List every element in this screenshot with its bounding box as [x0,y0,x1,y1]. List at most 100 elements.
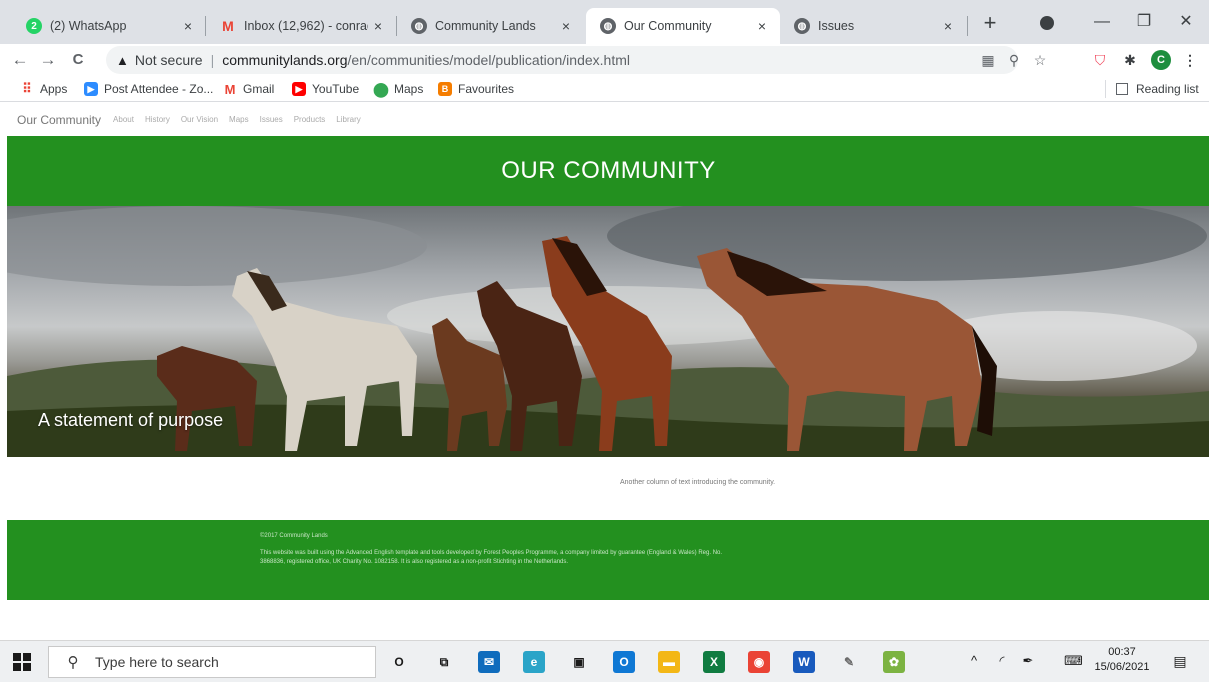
blogger-icon: B [438,82,452,96]
gmail-icon: M [224,81,236,97]
bookmark-youtube[interactable]: ▶ YouTube [292,80,359,98]
tab-title: Community Lands [435,19,536,33]
youtube-icon: ▶ [292,82,306,96]
minimize-button[interactable]: — [1082,8,1122,36]
whatsapp-icon: 2 [26,18,42,34]
tab-search-icon[interactable] [1040,16,1054,30]
menu-icon[interactable]: ⋮ [1180,50,1200,70]
bookmark-favourites[interactable]: B Favourites [438,80,514,98]
bookmarks-bar: ⠿ Apps ▶ Post Attendee - Zo... M Gmail ▶… [0,76,1209,102]
close-icon[interactable]: × [368,18,388,34]
bookmark-label: YouTube [312,82,360,96]
new-tab-button[interactable]: + [976,10,1004,38]
reading-list-button[interactable]: Reading list [1105,80,1199,98]
security-label[interactable]: Not secure [135,52,203,68]
hero-image: A statement of purpose [7,206,1209,457]
warning-icon[interactable]: ▲ [116,53,129,68]
qr-code-icon[interactable]: ▦ [978,50,998,70]
close-icon[interactable]: × [752,18,772,34]
reload-button[interactable]: C [66,48,90,72]
cortana-icon[interactable]: O [388,651,410,673]
forward-button[interactable]: → [36,48,60,72]
task-view-icon[interactable]: ⧉ [433,651,455,673]
excel-icon[interactable]: X [703,651,725,673]
notifications-icon[interactable]: ▤ [1172,653,1188,669]
extensions-icon[interactable]: ✱ [1120,50,1140,70]
taskbar-search-box[interactable]: ⚲ Type here to search [48,646,376,678]
bookmark-label: Apps [40,82,68,96]
zoom-icon[interactable]: ⚲ [1004,50,1024,70]
nav-link-issues[interactable]: Issues [260,115,283,124]
windows-taskbar: ⚲ Type here to search O ⧉ ✉ e ▣ O ▬ X ◉ W ✎ ✿ ^ ◜ ✒… [0,640,1209,682]
word-icon[interactable]: W [793,651,815,673]
mail-icon[interactable]: ✉ [478,651,500,673]
maps-icon: ⬤ [373,80,389,97]
search-placeholder: Type here to search [95,654,219,670]
close-icon[interactable]: × [938,18,958,34]
bookmark-label: Favourites [458,82,515,96]
tab-divider [967,16,968,36]
omnibox-separator: | [210,52,215,68]
site-footer: ©2017 Community Lands This website was b… [7,520,1209,600]
tab-title: Inbox (12,962) - conrad@ [244,19,368,33]
pocket-icon[interactable]: ⛉ [1090,50,1110,70]
close-icon[interactable]: × [178,18,198,34]
nav-link-products[interactable]: Products [294,115,326,124]
tree-app-icon[interactable]: ✿ [883,651,905,673]
browser-toolbar: ← → C ▲ Not secure | communitylands.org /… [0,44,1209,76]
keyboard-icon[interactable]: ⌨ [1064,653,1083,669]
pen-icon[interactable]: ✎ [838,651,860,673]
clock-date: 15/06/2021 [1094,661,1150,673]
apps-grid-icon: ⠿ [22,81,32,96]
url-host[interactable]: communitylands.org [222,52,347,68]
page-title: OUR COMMUNITY [501,157,716,184]
maximize-button[interactable]: ❐ [1124,8,1164,36]
tab-gmail[interactable]: M Inbox (12,962) - conrad@ × [206,8,396,44]
pen-icon[interactable]: ✒ [1020,653,1036,669]
reading-list-icon [1116,83,1128,95]
store-icon[interactable]: ▣ [568,651,590,673]
nav-link-about[interactable]: About [113,115,134,124]
tray-chevron-icon[interactable]: ^ [966,653,982,669]
nav-link-maps[interactable]: Maps [229,115,249,124]
globe-icon: ◍ [411,18,427,34]
tab-our-community[interactable]: ◍ Our Community × [586,8,780,44]
reading-list-label: Reading list [1136,82,1199,96]
zoom-icon: ▶ [84,82,98,96]
chrome-icon[interactable]: ◉ [748,651,770,673]
file-explorer-icon[interactable]: ▬ [658,651,680,673]
bookmark-zoom[interactable]: ▶ Post Attendee - Zo... [84,80,213,98]
nav-link-library[interactable]: Library [336,115,360,124]
system-clock[interactable]: 00:37 15/06/2021 [1094,645,1150,675]
tab-title: Issues [818,19,855,33]
bookmark-gmail[interactable]: M Gmail [223,80,275,98]
edge-icon[interactable]: e [523,651,545,673]
bookmark-label: Maps [394,82,424,96]
window-close-button[interactable]: ✕ [1166,8,1206,36]
bookmark-star-icon[interactable]: ☆ [1030,50,1050,70]
close-icon[interactable]: × [556,18,576,34]
nav-link-our-vision[interactable]: Our Vision [181,115,218,124]
site-brand-link[interactable]: Our Community [17,113,101,127]
globe-icon: ◍ [600,18,616,34]
url-path[interactable]: /en/communities/model/publication/index.… [348,52,630,68]
bookmark-apps[interactable]: ⠿ Apps [20,80,67,98]
outlook-icon[interactable]: O [613,651,635,673]
bookmark-label: Gmail [243,82,275,96]
wifi-icon[interactable]: ◜ [994,653,1010,669]
tab-strip: 2 (2) WhatsApp × M Inbox (12,962) - conr… [0,0,1209,44]
tab-issues[interactable]: ◍ Issues × [780,8,966,44]
bookmark-maps[interactable]: ⬤ Maps [373,80,424,98]
intro-text: Another column of text introducing the c… [620,479,776,486]
gmail-icon: M [222,18,234,34]
tab-whatsapp[interactable]: 2 (2) WhatsApp × [12,8,206,44]
bookmark-label: Post Attendee - Zo... [104,82,214,96]
address-bar[interactable]: ▲ Not secure | communitylands.org/en/com… [106,46,1018,74]
back-button[interactable]: ← [8,48,32,72]
tab-community-lands[interactable]: ◍ Community Lands × [397,8,584,44]
globe-icon: ◍ [794,18,810,34]
site-navbar: Our Community About History Our Vision M… [0,103,1209,136]
profile-avatar[interactable]: C [1151,50,1171,70]
windows-start-icon[interactable] [13,653,31,671]
nav-link-history[interactable]: History [145,115,170,124]
